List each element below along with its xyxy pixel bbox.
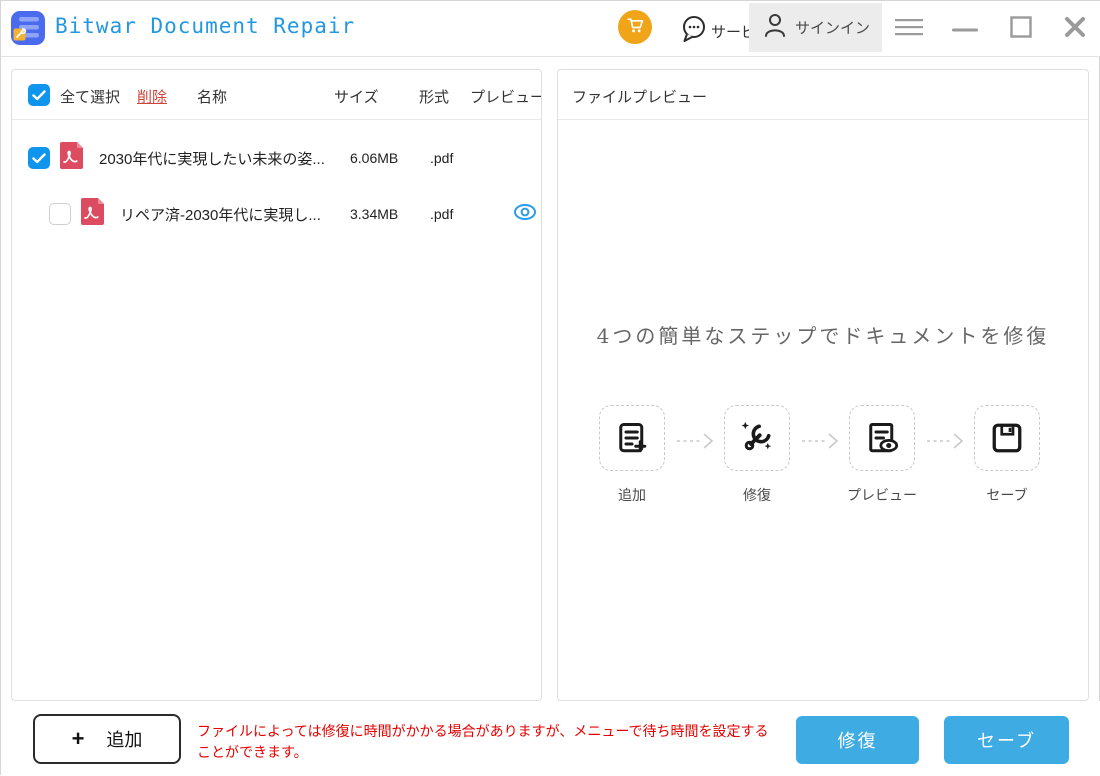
step-label: セーブ	[986, 487, 1028, 503]
app-logo-icon	[10, 10, 46, 46]
add-file-button[interactable]: + 追加	[33, 714, 181, 764]
minimize-button[interactable]	[943, 1, 987, 57]
close-button[interactable]	[1053, 1, 1097, 57]
step-label: プレビュー	[847, 487, 917, 503]
close-icon	[1064, 16, 1086, 43]
add-button-label: 追加	[106, 730, 143, 750]
file-name: リペア済-2030年代に実現し...	[120, 206, 321, 224]
pdf-file-icon	[80, 197, 107, 231]
file-checkbox[interactable]	[28, 147, 50, 169]
save-floppy-icon	[974, 405, 1040, 471]
step-add: 追加	[599, 405, 665, 505]
cart-icon	[625, 15, 645, 40]
menu-button[interactable]	[886, 1, 932, 57]
minimize-icon	[952, 20, 978, 38]
steps-title: 4つの簡単なステップでドキュメントを修復	[596, 324, 1050, 348]
footer-bar: + 追加 ファイルによっては修復に時間がかかる場合がありますが、メニューで待ち時…	[1, 701, 1100, 776]
file-row[interactable]: 2030年代に実現したい未来の姿... 6.06MB .pdf	[12, 130, 541, 186]
preview-document-icon	[849, 405, 915, 471]
file-name: 2030年代に実現したい未来の姿...	[99, 150, 325, 168]
preview-panel-header: ファイルプレビュー	[558, 70, 1088, 120]
file-size: 3.34MB	[350, 206, 399, 222]
pdf-file-icon	[59, 141, 86, 175]
user-icon	[763, 12, 787, 43]
column-header-name: 名称	[197, 89, 228, 106]
step-label: 修復	[743, 487, 771, 503]
add-document-icon	[599, 405, 665, 471]
step-label: 追加	[618, 487, 646, 503]
step-preview: プレビュー	[847, 405, 917, 505]
arrow-icon	[915, 431, 974, 451]
delete-link[interactable]: 削除	[137, 86, 167, 107]
file-size: 6.06MB	[350, 150, 399, 166]
preview-panel-title: ファイルプレビュー	[572, 89, 708, 106]
store-button[interactable]	[618, 10, 652, 44]
repair-time-warning: ファイルによっては修復に時間がかかる場合がありますが、メニューで待ち時間を設定す…	[197, 723, 769, 760]
title-bar: Bitwar Document Repair サービス サインイン	[1, 1, 1100, 57]
maximize-icon	[1010, 15, 1032, 43]
arrow-icon	[790, 431, 849, 451]
preview-panel: ファイルプレビュー 4つの簡単なステップでドキュメントを修復 追加 修復 プレビ…	[557, 69, 1089, 701]
arrow-icon	[665, 431, 724, 451]
file-format: .pdf	[430, 150, 454, 166]
hamburger-icon	[894, 17, 924, 42]
repair-wrench-icon	[724, 405, 790, 471]
eye-icon	[513, 203, 537, 226]
file-list-panel: 全て選択 削除 名称 サイズ 形式 プレビュー 2030年代に実現したい未来の姿…	[11, 69, 542, 701]
signin-label: サインイン	[795, 20, 871, 37]
plus-icon: +	[71, 726, 85, 751]
file-list-header: 全て選択 削除 名称 サイズ 形式 プレビュー	[12, 70, 541, 120]
steps-row: 追加 修復 プレビュー セーブ	[599, 405, 1040, 505]
select-all-label[interactable]: 全て選択	[60, 86, 120, 107]
file-format: .pdf	[430, 206, 454, 222]
select-all-checkbox[interactable]	[28, 84, 50, 106]
file-row[interactable]: リペア済-2030年代に実現し... 3.34MB .pdf	[12, 186, 541, 242]
chat-bubble-icon	[679, 13, 709, 50]
step-save: セーブ	[974, 405, 1040, 505]
app-title: Bitwar Document Repair	[55, 14, 356, 38]
step-repair: 修復	[724, 405, 790, 505]
column-header-size: サイズ	[334, 89, 379, 106]
maximize-button[interactable]	[999, 1, 1043, 57]
save-button[interactable]: セーブ	[944, 716, 1069, 764]
column-header-preview: プレビュー	[470, 89, 542, 106]
signin-button[interactable]: サインイン	[749, 3, 882, 52]
column-header-format: 形式	[419, 89, 450, 106]
repair-button[interactable]: 修復	[796, 716, 919, 764]
file-checkbox[interactable]	[49, 203, 71, 225]
preview-eye-button[interactable]	[513, 202, 537, 226]
